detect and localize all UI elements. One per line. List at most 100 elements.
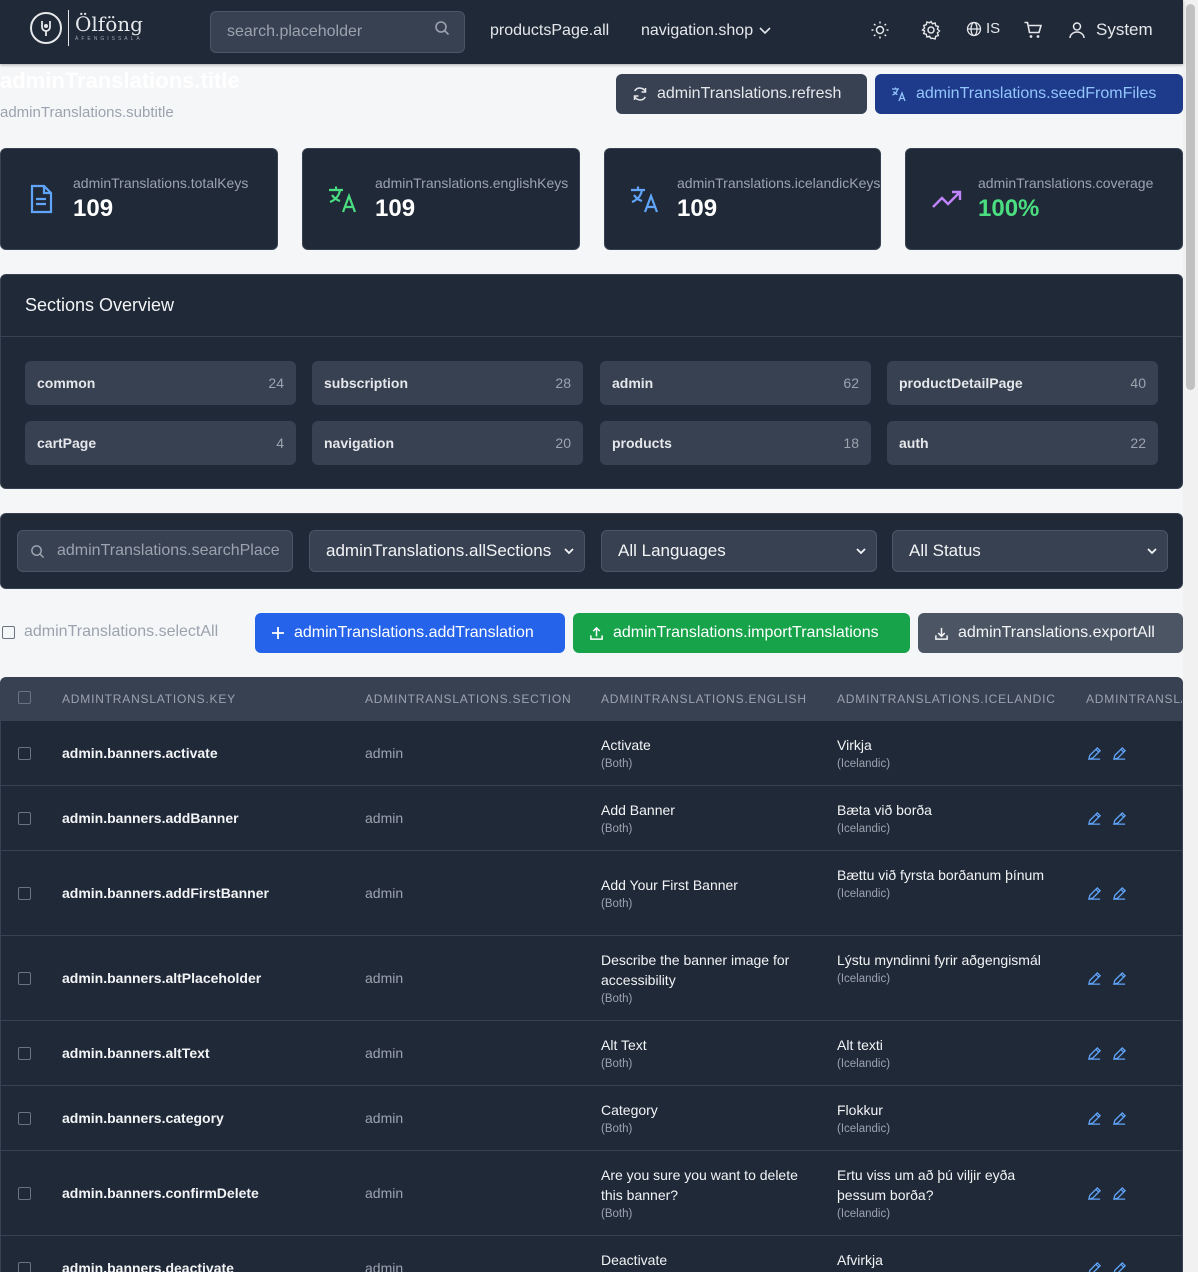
edit-icelandic-button[interactable]: [1112, 1186, 1127, 1206]
translation-key: admin.banners.addFirstBanner: [62, 884, 269, 901]
translation-section: admin: [365, 1259, 404, 1272]
row-checkbox[interactable]: [18, 886, 31, 900]
icelandic-cell: Lýstu myndinni fyrir aðgengismál (Iceland…: [837, 950, 1052, 988]
edit-icelandic-button[interactable]: [1112, 746, 1127, 766]
edit-icelandic-button[interactable]: [1112, 971, 1127, 991]
edit-english-button[interactable]: [1087, 1261, 1102, 1272]
export-all-button[interactable]: adminTranslations.exportAll: [918, 613, 1183, 653]
edit-english-button[interactable]: [1087, 1111, 1102, 1131]
section-chip[interactable]: cartPage 4: [25, 421, 296, 465]
section-chip[interactable]: auth 22: [887, 421, 1158, 465]
stat-value: 109: [677, 195, 718, 222]
settings-button[interactable]: [921, 20, 941, 40]
section-chip[interactable]: productDetailPage 40: [887, 361, 1158, 405]
nav-shop-label: navigation.shop: [641, 22, 754, 39]
icelandic-cell: Bættu við fyrsta borðanum þínum (Icelandi…: [837, 865, 1052, 903]
section-chip[interactable]: subscription 28: [312, 361, 583, 405]
english-value: Are you sure you want to delete this ban…: [601, 1166, 798, 1203]
seed-from-files-button[interactable]: adminTranslations.seedFromFiles: [875, 74, 1183, 114]
row-checkbox[interactable]: [18, 971, 31, 985]
translation-section: admin: [365, 969, 404, 986]
row-checkbox[interactable]: [18, 746, 31, 760]
scrollbar-thumb[interactable]: [1186, 4, 1195, 390]
edit-icelandic-button[interactable]: [1112, 1261, 1127, 1272]
icelandic-source-tag: (Icelandic): [837, 972, 891, 985]
edit-icelandic-button[interactable]: [1112, 1111, 1127, 1131]
page-subtitle: adminTranslations.subtitle: [0, 104, 174, 121]
translation-key: admin.banners.activate: [62, 744, 218, 761]
search-icon[interactable]: [434, 20, 450, 36]
top-navigation-bar: Ölföng ÁFENGISSALA productsPage.all navi…: [0, 0, 1183, 64]
english-cell: Deactivate(Both): [601, 1250, 816, 1272]
stat-value: 100%: [978, 195, 1040, 222]
header-search-input[interactable]: [227, 23, 434, 41]
edit-icelandic-button[interactable]: [1112, 1046, 1127, 1066]
header-search[interactable]: [210, 11, 465, 53]
row-checkbox[interactable]: [18, 1046, 31, 1060]
edit-english-button[interactable]: [1087, 746, 1102, 766]
import-translations-button[interactable]: adminTranslations.importTranslations: [573, 613, 910, 653]
status-filter-select[interactable]: All Status: [892, 530, 1168, 572]
column-header-key[interactable]: ADMINTRANSLATIONS.KEY: [62, 692, 236, 706]
section-filter-select[interactable]: adminTranslations.allSections: [309, 530, 585, 572]
edit-icelandic-button[interactable]: [1112, 811, 1127, 831]
edit-english-button[interactable]: [1087, 886, 1102, 906]
column-header-english[interactable]: ADMINTRANSLATIONS.ENGLISH: [601, 692, 807, 706]
logo[interactable]: Ölföng ÁFENGISSALA: [30, 10, 143, 46]
refresh-button[interactable]: adminTranslations.refresh: [616, 74, 867, 114]
section-chip[interactable]: common 24: [25, 361, 296, 405]
language-filter-select[interactable]: All Languages: [601, 530, 877, 572]
section-count: 18: [843, 435, 859, 451]
cart-icon: [1024, 21, 1043, 38]
nav-shop-dropdown[interactable]: navigation.shop: [641, 22, 771, 40]
logo-name: Ölföng: [75, 12, 143, 36]
table-header: ADMINTRANSLATIONS.KEY ADMINTRANSLATIONS.…: [1, 678, 1182, 720]
globe-icon: [966, 21, 982, 36]
row-checkbox[interactable]: [18, 811, 31, 825]
translation-search[interactable]: [17, 530, 293, 572]
section-chip[interactable]: navigation 20: [312, 421, 583, 465]
select-all-checkbox[interactable]: adminTranslations.selectAll: [2, 623, 218, 641]
pencil-icon: [1112, 811, 1127, 825]
header-checkbox[interactable]: [18, 691, 31, 704]
user-menu-button[interactable]: System: [1068, 20, 1153, 40]
icelandic-source-tag: (Icelandic): [837, 1057, 891, 1070]
cart-button[interactable]: [1023, 20, 1043, 40]
edit-english-button[interactable]: [1087, 1186, 1102, 1206]
row-checkbox[interactable]: [18, 1111, 31, 1125]
file-icon: [30, 184, 53, 214]
row-checkbox[interactable]: [18, 1186, 31, 1200]
upload-icon: [590, 626, 603, 640]
icelandic-value: Flokkur: [837, 1101, 883, 1118]
row-checkbox[interactable]: [18, 1261, 31, 1272]
edit-icelandic-button[interactable]: [1112, 886, 1127, 906]
language-switcher[interactable]: IS: [966, 20, 1000, 37]
nav-all-products-link[interactable]: productsPage.all: [490, 22, 609, 40]
english-source-tag: (Both): [601, 822, 633, 835]
row-actions: [1087, 1111, 1127, 1131]
row-actions: [1087, 1261, 1127, 1272]
stat-card-total-keys: adminTranslations.totalKeys 109: [0, 148, 278, 250]
section-chip[interactable]: admin 62: [600, 361, 871, 405]
pencil-icon: [1112, 886, 1127, 900]
refresh-label: adminTranslations.refresh: [657, 85, 842, 102]
edit-english-button[interactable]: [1087, 811, 1102, 831]
section-chip[interactable]: products 18: [600, 421, 871, 465]
english-cell: Category (Both): [601, 1100, 816, 1138]
search-icon: [31, 544, 45, 558]
edit-english-button[interactable]: [1087, 1046, 1102, 1066]
column-header-icelandic[interactable]: ADMINTRANSLATIONS.ICELANDIC: [837, 692, 1056, 706]
column-header-section[interactable]: ADMINTRANSLATIONS.SECTION: [365, 692, 571, 706]
translation-search-input[interactable]: [57, 542, 280, 560]
stat-label: adminTranslations.icelandicKeys: [677, 175, 881, 191]
gear-icon: [921, 20, 941, 40]
edit-english-button[interactable]: [1087, 971, 1102, 991]
add-translation-button[interactable]: adminTranslations.addTranslation: [255, 613, 565, 653]
pencil-icon: [1112, 971, 1127, 985]
checkbox[interactable]: [2, 625, 15, 639]
stat-card-icelandic-keys: adminTranslations.icelandicKeys 109: [604, 148, 881, 250]
page-scrollbar[interactable]: [1183, 0, 1198, 1272]
language-label: IS: [986, 20, 1001, 37]
english-value: Activate: [601, 736, 651, 753]
theme-toggle-button[interactable]: [870, 20, 890, 40]
